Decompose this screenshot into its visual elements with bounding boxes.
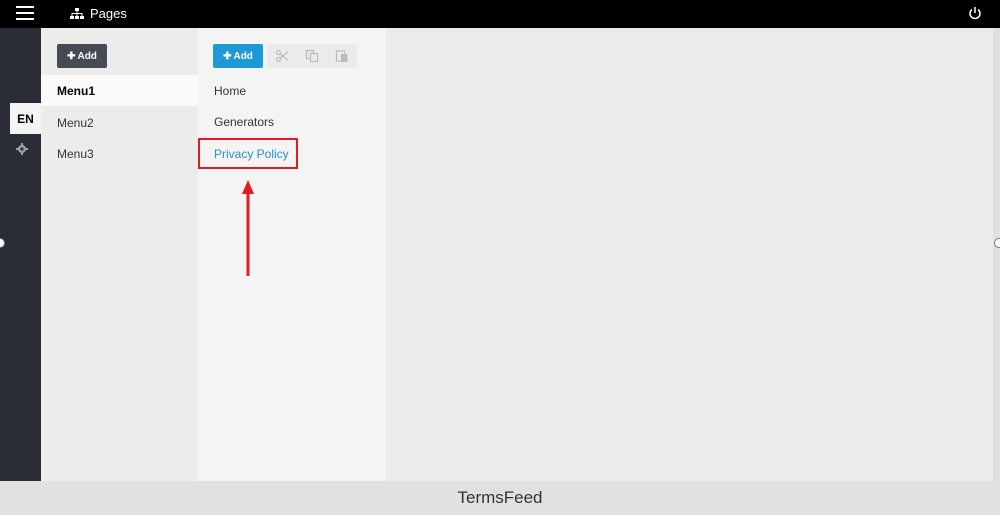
right-panel-edge — [993, 28, 1000, 481]
plus-icon: ✚ — [67, 50, 76, 62]
gear-icon[interactable] — [16, 143, 28, 155]
menu-item-menu1[interactable]: Menu1 — [41, 75, 198, 106]
footer-watermark: TermsFeed — [0, 481, 1000, 515]
top-bar: Pages — [0, 0, 1000, 28]
add-menu-button[interactable]: ✚ Add — [57, 44, 107, 68]
menu-item-menu3[interactable]: Menu3 — [41, 138, 198, 169]
copy-icon[interactable] — [305, 49, 319, 63]
page-title-label: Pages — [90, 6, 127, 21]
add-page-button[interactable]: ✚ Add — [213, 44, 263, 68]
menu-list-panel: ✚ Add Menu1 Menu2 Menu3 — [41, 28, 198, 481]
cut-icon[interactable] — [275, 49, 289, 63]
add-menu-label: Add — [77, 50, 97, 62]
annotation-arrow-icon — [242, 180, 254, 276]
main-content-area — [386, 28, 993, 481]
paste-icon[interactable] — [335, 49, 349, 63]
pages-list-panel: ✚ Add Home Generators Privacy Policy — [198, 28, 386, 481]
plus-icon: ✚ — [223, 50, 232, 62]
power-icon[interactable] — [968, 6, 982, 20]
pages-toolbar: ✚ Add — [213, 44, 357, 68]
menu-item-menu2[interactable]: Menu2 — [41, 107, 198, 138]
language-tab[interactable]: EN — [10, 103, 41, 134]
sitemap-icon — [70, 7, 84, 19]
right-collapse-handle[interactable] — [994, 238, 1000, 248]
page-item-generators[interactable]: Generators — [214, 115, 274, 129]
page-item-home[interactable]: Home — [214, 84, 246, 98]
highlight-box — [198, 138, 298, 169]
edit-tools — [267, 44, 357, 68]
left-rail: EN — [0, 28, 41, 481]
left-collapse-handle[interactable] — [0, 238, 5, 248]
page-title: Pages — [70, 6, 127, 21]
add-page-label: Add — [233, 50, 253, 62]
hamburger-icon[interactable] — [16, 6, 34, 20]
